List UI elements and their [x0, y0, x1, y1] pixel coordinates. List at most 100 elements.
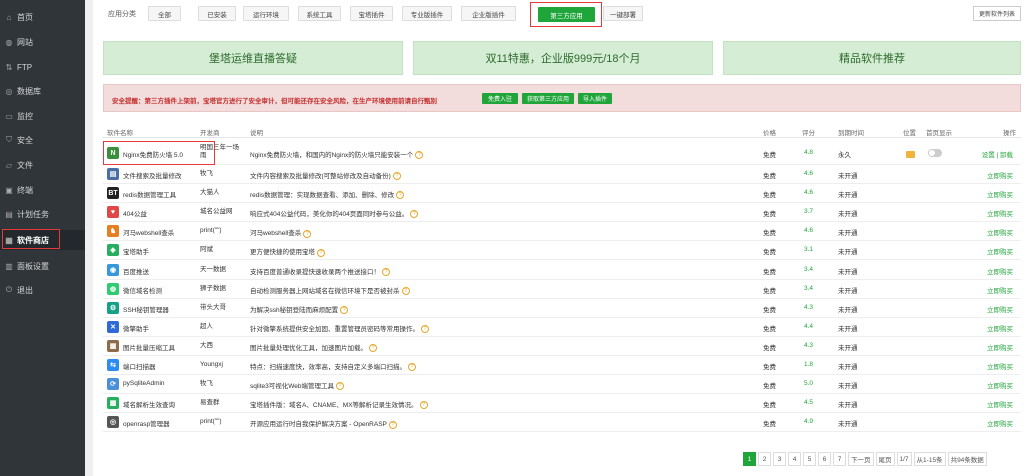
app-name[interactable]: 微信域名检测	[123, 285, 162, 295]
app-action[interactable]: 立即购买	[987, 227, 1013, 237]
help-icon[interactable]: ?	[382, 267, 390, 276]
import-plugin-button[interactable]: 导入插件	[578, 93, 612, 104]
table-header: 软件名称 开发商 说明 价格 评分 到期时间 位置 首页显示 操作	[103, 124, 1021, 138]
sidebar-item-calendar[interactable]: ▤ 计划任务	[0, 204, 85, 224]
help-icon[interactable]: ?	[303, 229, 312, 238]
app-score: 3.4	[804, 265, 814, 273]
app-score: 3.1	[804, 246, 814, 254]
update-software-list-button[interactable]: 更新软件列表	[973, 6, 1021, 21]
sidebar-item-monitor[interactable]: ▭ 监控	[0, 106, 85, 126]
app-action[interactable]: 立即购买	[987, 246, 1013, 256]
app-name[interactable]: 端口扫描器	[123, 361, 156, 371]
help-icon[interactable]: ?	[401, 286, 410, 295]
app-price: 免费	[763, 192, 776, 200]
app-name[interactable]: SSH秘钥管理器	[123, 304, 169, 314]
app-name[interactable]: 微擎助手	[123, 323, 149, 333]
col-action: 操作	[1003, 130, 1016, 137]
app-action[interactable]: 立即购买	[987, 380, 1013, 390]
help-icon[interactable]: ?	[369, 344, 377, 353]
sidebar-item-database[interactable]: ◎ 数据库	[0, 81, 85, 101]
page-3[interactable]: 3	[773, 452, 786, 466]
app-action[interactable]: 立即购买	[987, 323, 1013, 333]
help-icon[interactable]: ?	[419, 401, 428, 410]
help-icon[interactable]: ?	[415, 151, 424, 160]
app-action[interactable]: 立即购买	[987, 208, 1013, 218]
help-icon[interactable]: ?	[421, 325, 429, 334]
banner-live-qa[interactable]: 堡塔运维直播答疑	[103, 41, 403, 75]
app-action[interactable]: 立即购买	[987, 266, 1013, 276]
main-content: 应用分类 更新软件列表 全部 已安装 运行环境 系统工具 宝塔插件 专业版插件 企业版插件第…	[93, 0, 1024, 476]
sidebar-item-logout[interactable]: ⏻ 退出	[0, 280, 85, 300]
app-name[interactable]: 文件搜索及批量修改	[123, 170, 182, 180]
app-action[interactable]: 立即购买	[987, 418, 1013, 428]
tab-8[interactable]: 一键部署	[603, 6, 643, 21]
app-action[interactable]: 立即购买	[987, 285, 1013, 295]
app-description: 图片批量处理优化工具，加速图片加载。?	[250, 342, 377, 353]
sidebar-item-settings[interactable]: ▥ 面板设置	[0, 256, 85, 276]
sidebar-item-label: 安全	[17, 135, 33, 145]
help-icon[interactable]: ?	[392, 172, 401, 181]
app-name[interactable]: 河马webshell查杀	[123, 227, 174, 237]
sidebar-item-folder[interactable]: ▱ 文件	[0, 155, 85, 175]
help-icon[interactable]: ?	[408, 363, 416, 372]
get-third-party-button[interactable]: 获取第三方应用	[522, 93, 574, 104]
page-7[interactable]: 7	[833, 452, 846, 466]
app-action[interactable]: 设置 | 卸载	[982, 149, 1013, 159]
app-action[interactable]: 立即购买	[987, 399, 1013, 409]
page-2[interactable]: 2	[758, 452, 771, 466]
help-icon[interactable]: ?	[396, 191, 405, 200]
next-page-button[interactable]: 下一页	[848, 452, 874, 466]
app-name[interactable]: pySqliteAdmin	[123, 380, 165, 387]
tab-6[interactable]: 企业版插件	[461, 6, 516, 21]
tab-1[interactable]: 已安装	[198, 6, 236, 21]
app-name[interactable]: 宝塔助手	[123, 246, 149, 256]
app-icon: ▦	[107, 397, 119, 410]
app-action[interactable]: 立即购买	[987, 304, 1013, 314]
app-price: 免费	[763, 306, 776, 314]
page-5[interactable]: 5	[803, 452, 816, 466]
help-icon[interactable]: ?	[388, 420, 397, 429]
table-row: ◈ 宝塔助手 阿斌 更方便快捷的使用宝塔? 免费 3.1 未开通 立即购买	[103, 241, 1021, 261]
description-text: sqlite3可视化Web端管理工具	[250, 383, 335, 391]
app-name[interactable]: 域名解析生效查询	[123, 399, 175, 409]
homepage-toggle[interactable]	[928, 149, 942, 157]
app-action[interactable]: 立即购买	[987, 189, 1013, 199]
tab-3[interactable]: 系统工具	[298, 6, 341, 21]
last-page-button[interactable]: 尾页	[875, 452, 895, 466]
tab-4[interactable]: 宝塔插件	[350, 6, 393, 21]
sidebar-item-shield[interactable]: ⛉ 安全	[0, 130, 85, 150]
tab-0[interactable]: 全部	[148, 6, 181, 21]
app-name[interactable]: redis数据管理工具	[123, 189, 176, 199]
table-row: ♥ 404公益 城名公益网 响应式404公益代码，美化你的404页面同时参与公益。? 免…	[103, 203, 1021, 223]
app-name[interactable]: 百度推送	[123, 266, 149, 276]
table-row: ▦ 图片批量压缩工具 大西 图片批量处理优化工具，加速图片加载。? 免费 4.3 未开通 立即…	[103, 337, 1021, 356]
col-homepage: 首页显示	[926, 130, 952, 137]
tab-2[interactable]: 运行环境	[243, 6, 289, 21]
page-1[interactable]: 1	[743, 452, 756, 466]
app-icon: ◈	[107, 244, 119, 257]
sidebar-item-globe[interactable]: ◍ 网站	[0, 32, 85, 52]
app-action[interactable]: 立即购买	[987, 342, 1013, 352]
sidebar-item-terminal[interactable]: ▣ 终端	[0, 180, 85, 200]
help-icon[interactable]: ?	[340, 305, 349, 314]
banner-recommended[interactable]: 精品软件推荐	[723, 41, 1021, 75]
folder-icon[interactable]	[906, 151, 915, 158]
page-4[interactable]: 4	[788, 452, 801, 466]
help-icon[interactable]: ?	[410, 210, 419, 219]
sidebar-item-ftp[interactable]: ⇅ FTP	[0, 57, 85, 77]
app-name[interactable]: 404公益	[123, 208, 147, 218]
sidebar-item-home[interactable]: ⌂ 首页	[0, 7, 85, 27]
banner-promo[interactable]: 双11特惠，企业版999元/18个月	[413, 41, 713, 75]
help-icon[interactable]: ?	[336, 382, 345, 391]
help-icon[interactable]: ?	[317, 248, 325, 257]
app-name[interactable]: openrasp管理器	[123, 418, 170, 428]
app-action[interactable]: 立即购买	[987, 361, 1013, 371]
description-text: Nginx免费防火墙，和国内的Nginx的防火墙只能安装一个	[250, 152, 414, 159]
page-6[interactable]: 6	[818, 452, 831, 466]
sidebar-item-label: 终端	[17, 185, 33, 195]
tab-5[interactable]: 专业版插件	[402, 6, 452, 21]
free-join-button[interactable]: 免费入驻	[482, 93, 518, 104]
description-text: 宝塔插件版：域名A、CNAME、MX等解析记录生效情况。	[250, 402, 418, 410]
app-action[interactable]: 立即购买	[987, 170, 1013, 180]
app-name[interactable]: 图片批量压缩工具	[123, 342, 175, 352]
